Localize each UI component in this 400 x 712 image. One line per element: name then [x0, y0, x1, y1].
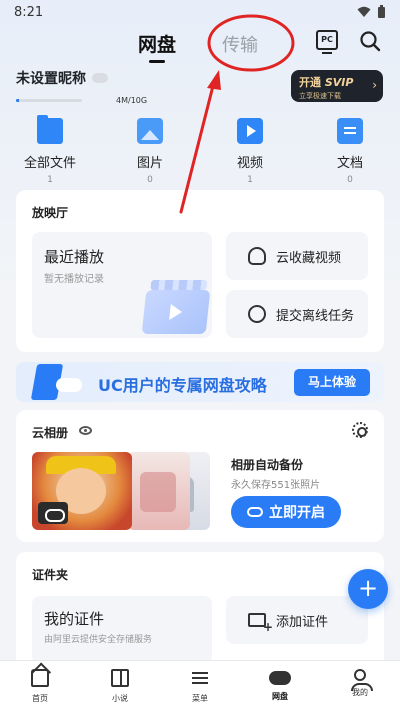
book-icon: [111, 669, 129, 687]
nav-label: 首页: [32, 694, 48, 703]
cloud-save-video-button[interactable]: 云收藏视频: [226, 232, 368, 280]
eye-icon[interactable]: [79, 426, 92, 435]
profile-icon: [351, 669, 373, 691]
cloud-icon: [247, 507, 263, 517]
album-photo-1: [32, 452, 132, 530]
enable-backup-label: 立即开启: [269, 505, 325, 521]
recent-playback-tile[interactable]: 最近播放 暂无播放记录: [32, 232, 212, 338]
my-certificates-subtitle: 由阿里云提供安全存储服务: [44, 635, 153, 645]
category-documents[interactable]: 文档 0: [300, 118, 400, 185]
nav-label: 网盘: [272, 692, 288, 701]
cloud-album-card: 云相册 相册自动备份 永久保存551张照片 立即开启: [16, 410, 384, 542]
category-all-files[interactable]: 全部文件 1: [0, 115, 100, 185]
bottom-navigation: 首页 小说 菜单 网盘 我的: [0, 660, 400, 712]
cloud-upload-icon: [248, 247, 266, 265]
image-icon: [137, 118, 163, 144]
chevron-right-icon: ›: [372, 78, 377, 92]
category-count: 0: [347, 175, 353, 185]
nav-home[interactable]: 首页: [0, 661, 80, 712]
category-images[interactable]: 图片 0: [100, 118, 200, 185]
album-photo-stack[interactable]: [32, 452, 212, 530]
category-count: 0: [147, 175, 153, 185]
category-count: 1: [47, 175, 53, 185]
nav-menu[interactable]: 菜单: [160, 661, 240, 712]
certificate-title: 证件夹: [32, 568, 69, 582]
auto-backup-subtitle: 永久保存551张照片: [231, 480, 321, 491]
top-bar: 网盘 传输 PC: [0, 24, 400, 64]
nav-netdisk[interactable]: 网盘: [240, 661, 320, 712]
status-time: 8:21: [14, 4, 44, 20]
tab-netdisk-label: 网盘: [138, 34, 177, 56]
offline-task-button[interactable]: 提交离线任务: [226, 290, 368, 338]
battery-icon: [378, 5, 385, 18]
cloud-badge-icon: [92, 73, 108, 83]
nickname: 未设置昵称: [16, 71, 86, 87]
auto-backup-title: 相册自动备份: [231, 458, 304, 472]
category-label: 视频: [236, 156, 263, 171]
theater-card: 放映厅 最近播放 暂无播放记录 云收藏视频 提交离线任务: [16, 190, 384, 352]
storage-row: 4M/10G: [16, 96, 276, 105]
link-icon: [248, 305, 266, 323]
my-certificates-tile[interactable]: 我的证件 由阿里云提供安全存储服务: [32, 596, 212, 664]
add-fab-button[interactable]: +: [348, 569, 388, 609]
recent-playback-title: 最近播放: [44, 248, 105, 266]
theater-title: 放映厅: [32, 206, 69, 220]
settings-gear-icon[interactable]: [352, 422, 368, 438]
category-count: 1: [247, 175, 253, 185]
recent-playback-subtitle: 暂无播放记录: [44, 274, 104, 285]
category-label: 图片: [136, 156, 163, 171]
tab-active-underline: [149, 60, 165, 63]
banner-text: UC用户的专属网盘攻略: [98, 376, 267, 395]
search-icon[interactable]: [358, 29, 382, 53]
status-bar: 8:21: [0, 0, 400, 24]
svip-title-prefix: 开通: [299, 76, 325, 89]
nav-label: 菜单: [192, 694, 208, 703]
album-photo-2: [128, 452, 190, 530]
home-icon: [31, 669, 49, 687]
document-icon: [337, 118, 363, 144]
cloud-icon: [269, 671, 291, 685]
tab-netdisk[interactable]: 网盘: [138, 30, 177, 63]
promo-banner[interactable]: UC用户的专属网盘攻略 马上体验: [16, 362, 384, 402]
svip-button[interactable]: 开通 SVIP 立享极速下载 ›: [291, 70, 383, 102]
offline-task-label: 提交离线任务: [276, 308, 355, 324]
category-label: 文档: [336, 156, 363, 171]
nav-profile[interactable]: 我的: [320, 661, 400, 712]
category-videos[interactable]: 视频 1: [200, 118, 300, 185]
add-certificate-button[interactable]: 添加证件: [226, 596, 368, 644]
add-certificate-label: 添加证件: [276, 614, 329, 630]
nav-novel[interactable]: 小说: [80, 661, 160, 712]
my-certificates-title: 我的证件: [44, 610, 105, 628]
storage-progress-bar: [16, 99, 82, 102]
profile-section[interactable]: 未设置昵称 4M/10G: [16, 68, 276, 105]
try-now-button[interactable]: 马上体验: [294, 369, 370, 396]
cloud-icon: [56, 378, 82, 392]
certificate-card: 证件夹 我的证件 由阿里云提供安全存储服务 添加证件: [16, 552, 384, 672]
svip-title: 开通 SVIP: [299, 74, 375, 90]
menu-icon: [191, 669, 209, 687]
video-icon: [237, 118, 263, 144]
add-card-icon: [248, 613, 273, 634]
svip-title-vip: SVIP: [324, 76, 354, 89]
svip-subtitle: 立享极速下载: [299, 92, 341, 100]
pc-icon[interactable]: PC: [316, 30, 338, 54]
tab-transfer[interactable]: 传输: [222, 31, 258, 57]
category-label: 全部文件: [23, 156, 76, 171]
enable-backup-button[interactable]: 立即开启: [231, 496, 341, 528]
status-icons: [357, 5, 386, 19]
cloud-badge-icon: [38, 502, 68, 524]
storage-progress-fill: [16, 99, 20, 102]
cloud-save-video-label: 云收藏视频: [276, 250, 342, 266]
folder-icon: [37, 115, 63, 144]
wifi-icon: [357, 6, 371, 17]
storage-text: 4M/10G: [116, 96, 148, 105]
quick-categories: 全部文件 1 图片 0 视频 1 文档 0: [0, 115, 400, 185]
nickname-row: 未设置昵称: [16, 68, 276, 88]
nav-label: 小说: [112, 694, 128, 703]
clapperboard-icon: [141, 290, 211, 334]
album-title: 云相册: [32, 426, 69, 440]
